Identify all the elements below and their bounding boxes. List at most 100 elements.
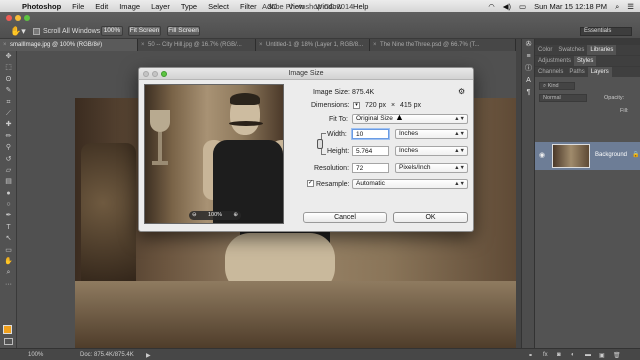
minimize-window-button[interactable] — [15, 15, 21, 21]
close-window-button[interactable] — [6, 15, 12, 21]
blend-mode-select[interactable]: Normal — [539, 94, 587, 102]
fill-screen-button[interactable]: Fill Screen — [167, 26, 200, 36]
shape-tool-icon[interactable]: ▭ — [0, 245, 17, 256]
menu-image[interactable]: Image — [119, 2, 140, 11]
close-icon[interactable]: × — [141, 39, 145, 51]
menu-app[interactable]: Photoshop — [22, 2, 61, 11]
tab-color[interactable]: Color — [535, 45, 555, 55]
dodge-tool-icon[interactable]: ○ — [0, 199, 17, 210]
hand-tool-icon[interactable]: ✋ — [0, 256, 17, 267]
adjustment-icon[interactable]: ◐ — [571, 352, 575, 358]
tab-city-hill[interactable]: × 50 -- City Hill.jpg @ 16.7% (RGB/... — [138, 39, 256, 51]
lasso-tool-icon[interactable]: ʘ — [0, 74, 17, 85]
foreground-color-swatch[interactable] — [3, 325, 12, 334]
resample-checkbox[interactable]: ✓ — [307, 180, 314, 187]
tab-untitled-1[interactable]: × Untitled-1 @ 18% (Layer 1, RGB/8... — [256, 39, 370, 51]
width-unit-select[interactable]: Inches ▲▼ — [395, 129, 468, 139]
zoom-tool-icon[interactable]: ⌕ — [0, 267, 17, 278]
quick-select-tool-icon[interactable]: ✎ — [0, 85, 17, 96]
history-icon[interactable]: ✇ — [522, 39, 535, 51]
close-icon[interactable]: × — [259, 39, 263, 51]
history-brush-tool-icon[interactable]: ↺ — [0, 154, 17, 165]
tab-styles[interactable]: Styles — [574, 56, 597, 66]
zoom-100-button[interactable]: 100% — [101, 26, 123, 36]
fit-screen-button[interactable]: Fit Screen — [128, 26, 161, 36]
group-icon[interactable]: ▬ — [585, 352, 591, 358]
maximize-window-button[interactable] — [24, 15, 30, 21]
height-unit-select[interactable]: Inches ▲▼ — [395, 146, 468, 156]
zoom-in-icon[interactable]: ⊕ — [233, 211, 238, 220]
status-arrow-icon[interactable]: ▶ — [146, 352, 151, 359]
lock-icon[interactable]: 🔒 — [632, 151, 639, 158]
workspace-select[interactable]: Essentials — [580, 27, 632, 36]
mask-icon[interactable]: ◙ — [557, 352, 561, 358]
marquee-tool-icon[interactable]: ⬚ — [0, 62, 17, 73]
menu-file[interactable]: File — [72, 2, 84, 11]
image-preview[interactable]: ⊖ 100% ⊕ — [144, 84, 284, 224]
fit-to-select[interactable]: Original Size ▲▼ — [352, 114, 468, 124]
resolution-unit-select[interactable]: Pixels/Inch ▲▼ — [395, 163, 468, 173]
layer-background[interactable]: ◉ Background 🔒 — [535, 142, 640, 170]
tab-channels[interactable]: Channels — [535, 67, 566, 77]
quick-mask-icon[interactable] — [4, 338, 13, 345]
blur-tool-icon[interactable]: ● — [0, 188, 17, 199]
resample-select[interactable]: Automatic ▲▼ — [352, 179, 468, 189]
close-icon[interactable]: × — [3, 39, 7, 51]
character-icon[interactable]: A — [522, 75, 535, 87]
info-icon[interactable]: ⓘ — [522, 63, 535, 75]
new-layer-icon[interactable]: ▣ — [599, 352, 605, 359]
type-tool-icon[interactable]: T — [0, 222, 17, 233]
path-select-tool-icon[interactable]: ↖ — [0, 233, 17, 244]
tab-smallimage[interactable]: × smallImage.jpg @ 100% (RGB/8#) — [0, 39, 138, 51]
dialog-titlebar[interactable]: Image Size — [139, 68, 473, 80]
tab-paths[interactable]: Paths — [566, 67, 587, 77]
layer-filter-kind[interactable]: ⌕ Kind — [539, 82, 575, 90]
menu-select[interactable]: Select — [208, 2, 229, 11]
constrain-proportions-icon[interactable] — [317, 139, 323, 149]
tab-layers[interactable]: Layers — [587, 67, 612, 77]
volume-icon[interactable]: ◀) — [503, 2, 511, 11]
status-zoom[interactable]: 100% — [28, 352, 43, 358]
close-icon[interactable]: × — [373, 39, 377, 51]
paragraph-icon[interactable]: ¶ — [522, 87, 535, 99]
pen-tool-icon[interactable]: ✒ — [0, 210, 17, 221]
scroll-all-windows-checkbox[interactable] — [33, 28, 40, 35]
tab-libraries[interactable]: Libraries — [587, 45, 617, 55]
properties-icon[interactable]: ≡ — [522, 51, 535, 63]
crop-tool-icon[interactable]: ⌗ — [0, 97, 17, 108]
eyedropper-tool-icon[interactable]: ⟋ — [0, 108, 17, 119]
zoom-out-icon[interactable]: ⊖ — [192, 211, 197, 220]
tab-nine-three[interactable]: × The Nine theThree.psd @ 66.7% (T... — [370, 39, 516, 51]
trash-icon[interactable]: 🗑 — [613, 352, 621, 359]
cancel-button[interactable]: Cancel — [303, 212, 387, 223]
height-input[interactable] — [352, 146, 389, 156]
search-icon[interactable]: ⌕ — [615, 2, 619, 12]
width-input[interactable] — [352, 129, 389, 139]
clock[interactable]: Sun Mar 15 12:18 PM — [534, 2, 607, 11]
menu-layer[interactable]: Layer — [151, 2, 170, 11]
ok-button[interactable]: OK — [393, 212, 468, 223]
dimensions-units-dropdown[interactable]: ▾ — [353, 102, 360, 109]
tab-swatches[interactable]: Swatches — [555, 45, 587, 55]
settings-gear-icon[interactable]: ⚙ — [458, 87, 465, 96]
list-icon[interactable]: ☰ — [627, 2, 634, 11]
fx-icon[interactable]: fx — [543, 352, 548, 358]
wifi-icon[interactable]: ◠ — [488, 2, 495, 11]
menu-help[interactable]: Help — [353, 2, 368, 11]
eraser-tool-icon[interactable]: ▱ — [0, 165, 17, 176]
tab-adjustments[interactable]: Adjustments — [535, 56, 574, 66]
gradient-tool-icon[interactable]: ▤ — [0, 176, 17, 187]
menu-filter[interactable]: Filter — [240, 2, 257, 11]
visibility-eye-icon[interactable]: ◉ — [539, 151, 545, 159]
hand-tool-icon[interactable]: ✋▾ — [10, 26, 26, 37]
battery-icon[interactable]: ▭ — [519, 2, 526, 11]
more-tools-icon[interactable]: ··· — [0, 279, 17, 290]
resolution-input[interactable] — [352, 163, 389, 173]
healing-tool-icon[interactable]: ✚ — [0, 119, 17, 130]
menu-type[interactable]: Type — [181, 2, 197, 11]
clone-stamp-tool-icon[interactable]: ⚲ — [0, 142, 17, 153]
move-tool-icon[interactable]: ✥ — [0, 51, 17, 62]
link-layers-icon[interactable]: ⚭ — [528, 352, 533, 359]
brush-tool-icon[interactable]: ✏ — [0, 131, 17, 142]
menu-edit[interactable]: Edit — [95, 2, 108, 11]
